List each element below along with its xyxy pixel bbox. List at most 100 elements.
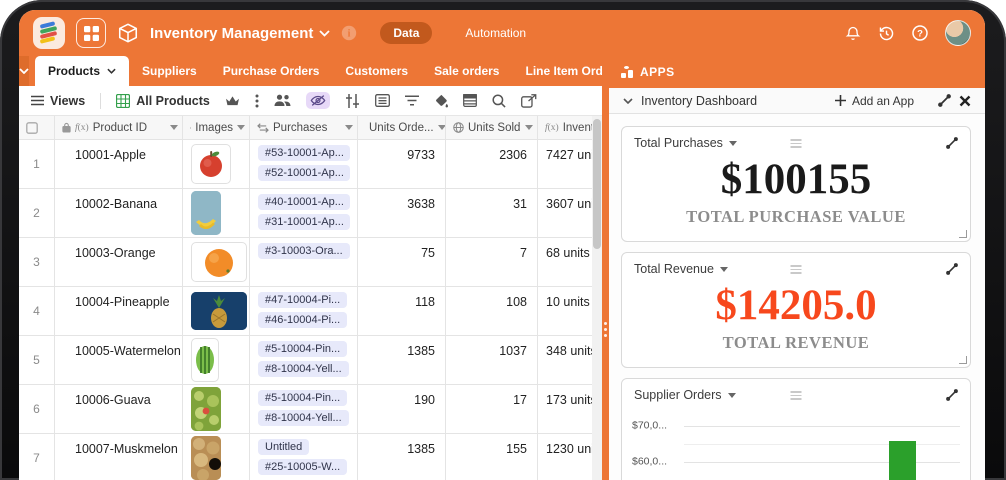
purchases-cell[interactable]: #40-10001-Ap... #31-10001-Ap... <box>250 189 358 237</box>
column-header-units-ordered[interactable]: Units Orde... <box>358 116 446 139</box>
group-rows-icon[interactable] <box>375 94 390 107</box>
grid-scrollbar[interactable] <box>592 116 602 480</box>
units-ordered-cell[interactable]: 75 <box>358 238 446 286</box>
guava-image[interactable] <box>191 387 221 431</box>
nav-tab-data[interactable]: Data <box>380 22 432 44</box>
product-id-cell[interactable]: 10003-Orange <box>55 238 183 286</box>
user-avatar[interactable] <box>945 20 971 46</box>
expand-card-icon[interactable] <box>946 263 958 275</box>
column-header-purchases[interactable]: Purchases <box>250 116 358 139</box>
purchases-cell[interactable]: #5-10004-Pin... #8-10004-Yell... <box>250 385 358 433</box>
banana-image[interactable] <box>191 191 221 235</box>
images-cell[interactable] <box>183 385 250 433</box>
card-title-dropdown[interactable]: Total Purchases <box>634 136 737 150</box>
product-id-cell[interactable]: 10007-Muskmelon <box>55 434 183 480</box>
card-title-dropdown[interactable]: Total Revenue <box>634 262 728 276</box>
chevron-down-icon[interactable] <box>623 98 633 104</box>
resize-corner[interactable] <box>959 356 967 364</box>
chart-bar[interactable] <box>889 441 916 480</box>
purchase-chip[interactable]: #5-10004-Pin... <box>258 341 347 357</box>
table-row[interactable]: 4 10004-Pineapple #47-10004-Pi... #46-10… <box>19 287 602 336</box>
product-id-cell[interactable]: 10006-Guava <box>55 385 183 433</box>
purchase-chip[interactable]: #8-10004-Yell... <box>258 361 349 377</box>
purchases-cell[interactable]: Untitled #25-10005-W... <box>250 434 358 480</box>
help-icon[interactable]: ? <box>912 25 928 41</box>
product-id-cell[interactable]: 10001-Apple <box>55 140 183 188</box>
units-sold-cell[interactable]: 108 <box>446 287 538 335</box>
crown-icon[interactable] <box>225 95 240 107</box>
current-view-button[interactable]: All Products <box>116 94 210 108</box>
checkbox[interactable] <box>26 122 38 134</box>
purchase-chip[interactable]: #40-10001-Ap... <box>258 194 350 210</box>
column-header-product-id[interactable]: f(x) Product ID <box>55 116 183 139</box>
purchases-cell[interactable]: #3-10003-Ora... <box>250 238 358 286</box>
purchase-chip[interactable]: #3-10003-Ora... <box>258 243 350 259</box>
product-id-cell[interactable]: 10004-Pineapple <box>55 287 183 335</box>
base-cube-icon[interactable] <box>117 22 139 44</box>
share-view-icon[interactable] <box>521 94 537 108</box>
table-row[interactable]: 3 10003-Orange #3-10003-Ora... 75 7 68 u… <box>19 238 602 287</box>
purchase-chip[interactable]: #25-10005-W... <box>258 459 347 475</box>
pineapple-image[interactable] <box>191 292 247 330</box>
hide-fields-icon[interactable] <box>306 92 330 109</box>
table-row[interactable]: 5 10005-Watermelon #5-10004-Pin... #8-10… <box>19 336 602 385</box>
drag-handle-icon[interactable] <box>791 391 802 400</box>
column-header-images[interactable]: Images <box>183 116 250 139</box>
apple-image[interactable] <box>191 144 231 184</box>
nav-tab-automation[interactable]: Automation <box>465 26 526 40</box>
units-ordered-cell[interactable]: 190 <box>358 385 446 433</box>
search-icon[interactable] <box>492 94 506 108</box>
purchase-chip[interactable]: #46-10004-Pi... <box>258 312 347 328</box>
units-ordered-cell[interactable]: 1385 <box>358 434 446 480</box>
product-id-cell[interactable]: 10005-Watermelon <box>55 336 183 384</box>
images-cell[interactable] <box>183 140 250 188</box>
tables-menu-chevron[interactable] <box>19 56 29 86</box>
close-panel-icon[interactable] <box>959 95 971 107</box>
resize-corner[interactable] <box>959 230 967 238</box>
stackby-logo[interactable] <box>33 17 65 49</box>
table-row[interactable]: 6 10006-Guava #5-10004-Pin... #8-10004-Y… <box>19 385 602 434</box>
purchase-chip[interactable]: #52-10001-Ap... <box>258 165 350 181</box>
units-sold-cell[interactable]: 1037 <box>446 336 538 384</box>
units-sold-cell[interactable]: 31 <box>446 189 538 237</box>
tab-sale-orders[interactable]: Sale orders <box>421 56 512 86</box>
units-ordered-cell[interactable]: 1385 <box>358 336 446 384</box>
color-fill-icon[interactable] <box>434 94 448 108</box>
adjust-sliders-icon[interactable] <box>345 94 360 108</box>
purchase-chip[interactable]: Untitled <box>258 439 309 455</box>
bases-grid-icon[interactable] <box>76 18 106 48</box>
table-row[interactable]: 7 10007-Muskmelon Untitled #25-10005-W..… <box>19 434 602 480</box>
more-options-icon[interactable] <box>255 94 259 108</box>
purchase-chip[interactable]: #31-10001-Ap... <box>258 214 350 230</box>
units-sold-cell[interactable]: 155 <box>446 434 538 480</box>
purchase-chip[interactable]: #5-10004-Pin... <box>258 390 347 406</box>
drag-handle-icon[interactable] <box>791 265 802 274</box>
images-cell[interactable] <box>183 238 250 286</box>
add-an-app-button[interactable]: Add an App <box>835 94 914 108</box>
images-cell[interactable] <box>183 434 250 480</box>
units-sold-cell[interactable]: 7 <box>446 238 538 286</box>
base-title[interactable]: Inventory Management <box>150 25 330 42</box>
units-sold-cell[interactable]: 17 <box>446 385 538 433</box>
units-sold-cell[interactable]: 2306 <box>446 140 538 188</box>
expand-card-icon[interactable] <box>946 389 958 401</box>
expand-panel-icon[interactable] <box>938 94 951 107</box>
images-cell[interactable] <box>183 189 250 237</box>
units-ordered-cell[interactable]: 3638 <box>358 189 446 237</box>
tab-products[interactable]: Products <box>35 56 129 86</box>
panel-resize-handle[interactable] <box>604 322 607 337</box>
images-cell[interactable] <box>183 336 250 384</box>
card-title-dropdown[interactable]: Supplier Orders <box>634 388 736 402</box>
orange-image[interactable] <box>191 242 247 282</box>
scrollbar-thumb[interactable] <box>593 119 601 249</box>
drag-handle-icon[interactable] <box>791 139 802 148</box>
purchase-chip[interactable]: #53-10001-Ap... <box>258 145 350 161</box>
table-row[interactable]: 2 10002-Banana #40-10001-Ap... #31-10001… <box>19 189 602 238</box>
purchase-chip[interactable]: #47-10004-Pi... <box>258 292 347 308</box>
tab-purchase-orders[interactable]: Purchase Orders <box>210 56 333 86</box>
purchases-cell[interactable]: #5-10004-Pin... #8-10004-Yell... <box>250 336 358 384</box>
column-header-units-sold[interactable]: Units Sold <box>446 116 538 139</box>
images-cell[interactable] <box>183 287 250 335</box>
collaborators-icon[interactable] <box>274 94 291 107</box>
expand-card-icon[interactable] <box>946 137 958 149</box>
